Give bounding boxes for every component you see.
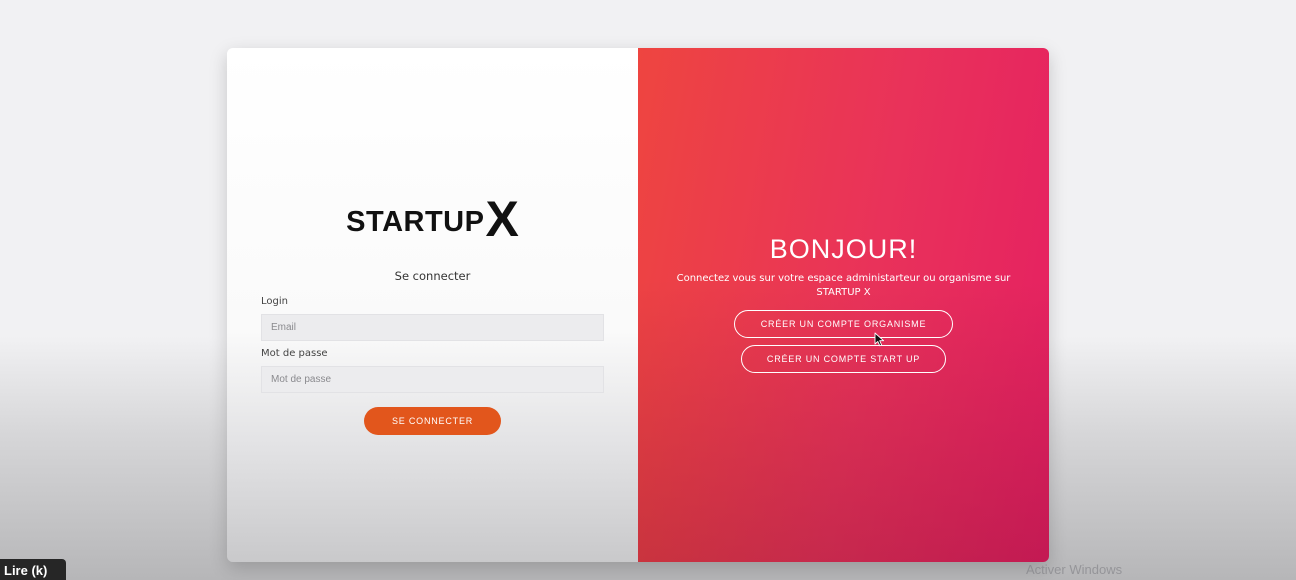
login-label: Login	[261, 296, 288, 307]
login-card: STARTUP X Se connecter Login Mot de pass…	[227, 48, 1049, 562]
logo-text: STARTUP	[346, 205, 485, 238]
windows-activation-watermark: Activer Windows	[1026, 562, 1123, 577]
email-input[interactable]	[261, 314, 604, 341]
welcome-heading: BONJOUR!	[769, 234, 918, 264]
logo-x-mark: X	[485, 191, 519, 247]
create-organisme-account-button[interactable]: CRÉER UN COMPTE ORGANISME	[734, 310, 953, 338]
welcome-description: Connectez vous sur votre espace administ…	[676, 273, 1011, 298]
create-startup-account-button[interactable]: CRÉER UN COMPTE START UP	[741, 345, 946, 373]
password-input[interactable]	[261, 366, 604, 393]
mouse-pointer-icon	[874, 332, 885, 347]
welcome-panel: BONJOUR! Connectez vous sur votre espace…	[638, 48, 1049, 562]
login-panel: STARTUP X Se connecter Login Mot de pass…	[227, 48, 638, 562]
password-label: Mot de passe	[261, 348, 328, 359]
startupx-logo: STARTUP X	[227, 191, 638, 247]
login-button[interactable]: SE CONNECTER	[364, 407, 501, 435]
login-title: Se connecter	[394, 269, 471, 283]
reader-badge[interactable]: Lire (k)	[0, 559, 66, 580]
